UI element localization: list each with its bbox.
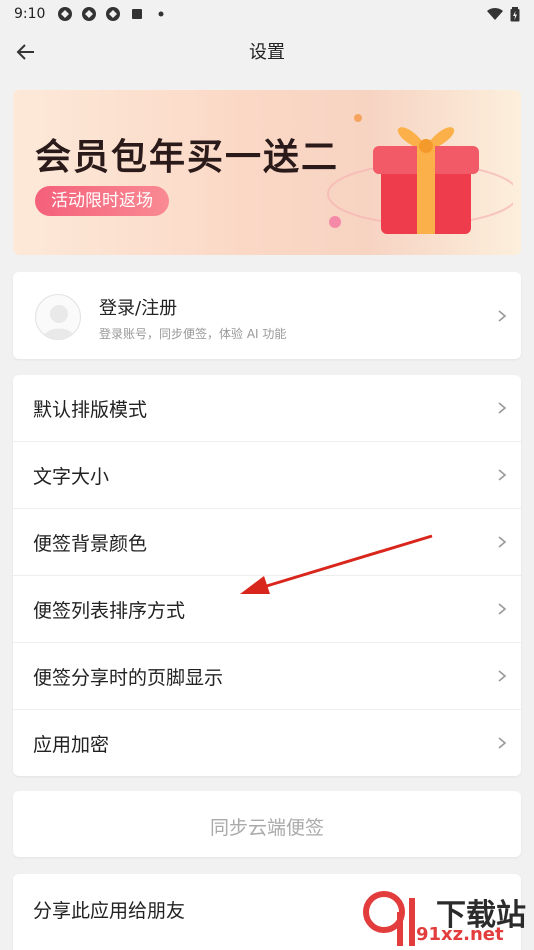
watermark-site: 91xz.net [416, 924, 504, 945]
setting-label: 文字大小 [33, 466, 110, 488]
annotation-arrow-icon [240, 534, 433, 594]
app-bar: 设置 [0, 28, 534, 74]
page-title: 设置 [249, 42, 285, 63]
share-label: 分享此应用给朋友 [33, 900, 186, 922]
setting-label: 便签列表排序方式 [33, 600, 186, 622]
setting-label: 默认排版模式 [33, 399, 148, 421]
setting-label: 便签分享时的页脚显示 [33, 667, 224, 689]
setting-row-font-size[interactable]: 文字大小 [13, 442, 521, 509]
vip-promo-banner[interactable]: 会员包年买一送二 活动限时返场 [13, 90, 521, 255]
dot-icon [158, 11, 164, 17]
status-right [486, 6, 520, 22]
login-subtitle: 登录账号，同步便签，体验 AI 功能 [99, 327, 287, 341]
setting-label: 便签背景颜色 [33, 533, 148, 555]
back-arrow-icon[interactable] [14, 40, 38, 64]
setting-row-app-lock[interactable]: 应用加密 [13, 710, 521, 777]
chevron-right-icon [498, 310, 507, 322]
chevron-right-icon [498, 402, 507, 414]
app-notification-icon [82, 7, 97, 21]
sync-cloud-button[interactable]: 同步云端便签 [13, 791, 521, 857]
setting-row-share-footer[interactable]: 便签分享时的页脚显示 [13, 643, 521, 710]
wifi-icon [487, 7, 503, 20]
gift-box-icon [327, 114, 513, 234]
login-card[interactable]: 登录/注册 登录账号，同步便签，体验 AI 功能 [13, 272, 521, 359]
status-time: 9:10 [14, 6, 46, 22]
watermark: 下载站 91xz.net [360, 888, 534, 950]
app-notification-icon [58, 7, 73, 21]
user-avatar-icon [42, 305, 76, 339]
chevron-right-icon [498, 737, 507, 749]
chevron-right-icon [498, 536, 507, 548]
chevron-right-icon [498, 469, 507, 481]
status-bar: 9:10 [0, 0, 534, 28]
banner-headline: 会员包年买一送二 [35, 137, 340, 178]
sync-label: 同步云端便签 [209, 817, 324, 839]
avatar [35, 294, 81, 340]
app-notification-icon [106, 7, 121, 21]
setting-row-layout-mode[interactable]: 默认排版模式 [13, 375, 521, 442]
chevron-right-icon [498, 603, 507, 615]
login-title: 登录/注册 [99, 298, 178, 319]
battery-icon [510, 7, 520, 22]
banner-pill: 活动限时返场 [35, 186, 169, 216]
setting-label: 应用加密 [33, 734, 110, 756]
stop-square-icon [132, 9, 143, 19]
chevron-right-icon [498, 670, 507, 682]
